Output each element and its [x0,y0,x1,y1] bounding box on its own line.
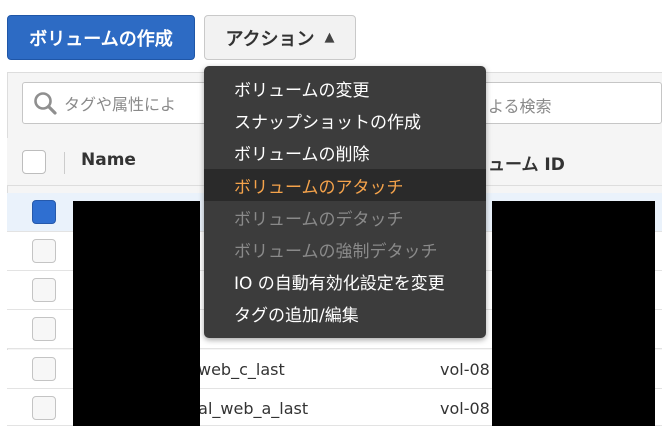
search-placeholder-tail: よる検索 [488,97,552,116]
menu-item-force-detach-volume: ボリュームの強制デタッチ [234,241,438,262]
actions-label: アクション [225,28,315,50]
create-volume-button[interactable]: ボリュームの作成 [7,15,195,60]
row-checkbox[interactable] [32,200,56,224]
redacted-name-block [73,201,200,426]
redacted-id-block [492,201,655,426]
chevron-up-icon: ▲ [324,30,335,45]
menu-item-change-auto-enable-io[interactable]: IO の自動有効化設定を変更 [204,265,486,297]
actions-dropdown-menu: ボリュームの変更 スナップショットの作成 ボリュームの削除 ボリュームのアタッチ… [204,66,486,338]
row-volume-id[interactable]: vol-08 [440,399,490,418]
menu-item-modify-volume[interactable]: ボリュームの変更 [204,72,486,104]
menu-item-delete-volume[interactable]: ボリュームの削除 [204,136,486,168]
select-all-checkbox[interactable] [22,150,46,174]
menu-item-attach-volume[interactable]: ボリュームのアタッチ [204,169,486,201]
column-header-volume-id[interactable]: ューム ID [488,150,565,175]
row-checkbox[interactable] [32,239,56,263]
actions-button[interactable]: アクション ▲ [204,15,356,60]
row-name: pal_web_a_last [188,399,309,418]
row-checkbox[interactable] [32,278,56,302]
column-divider [64,152,65,174]
menu-item-add-edit-tags[interactable]: タグの追加/編集 [204,297,486,329]
row-name: web_c_last [198,360,285,379]
column-header-name[interactable]: Name [81,150,136,170]
row-checkbox[interactable] [32,317,56,341]
search-placeholder: タグや属性によ [64,95,177,114]
menu-item-detach-volume: ボリュームのデタッチ [234,209,404,230]
create-volume-label: ボリュームの作成 [29,28,173,50]
row-volume-id[interactable]: vol-08 [440,360,490,379]
row-checkbox[interactable] [32,396,56,420]
row-checkbox[interactable] [32,357,56,381]
search-icon [34,92,57,115]
menu-item-create-snapshot[interactable]: スナップショットの作成 [204,104,486,136]
